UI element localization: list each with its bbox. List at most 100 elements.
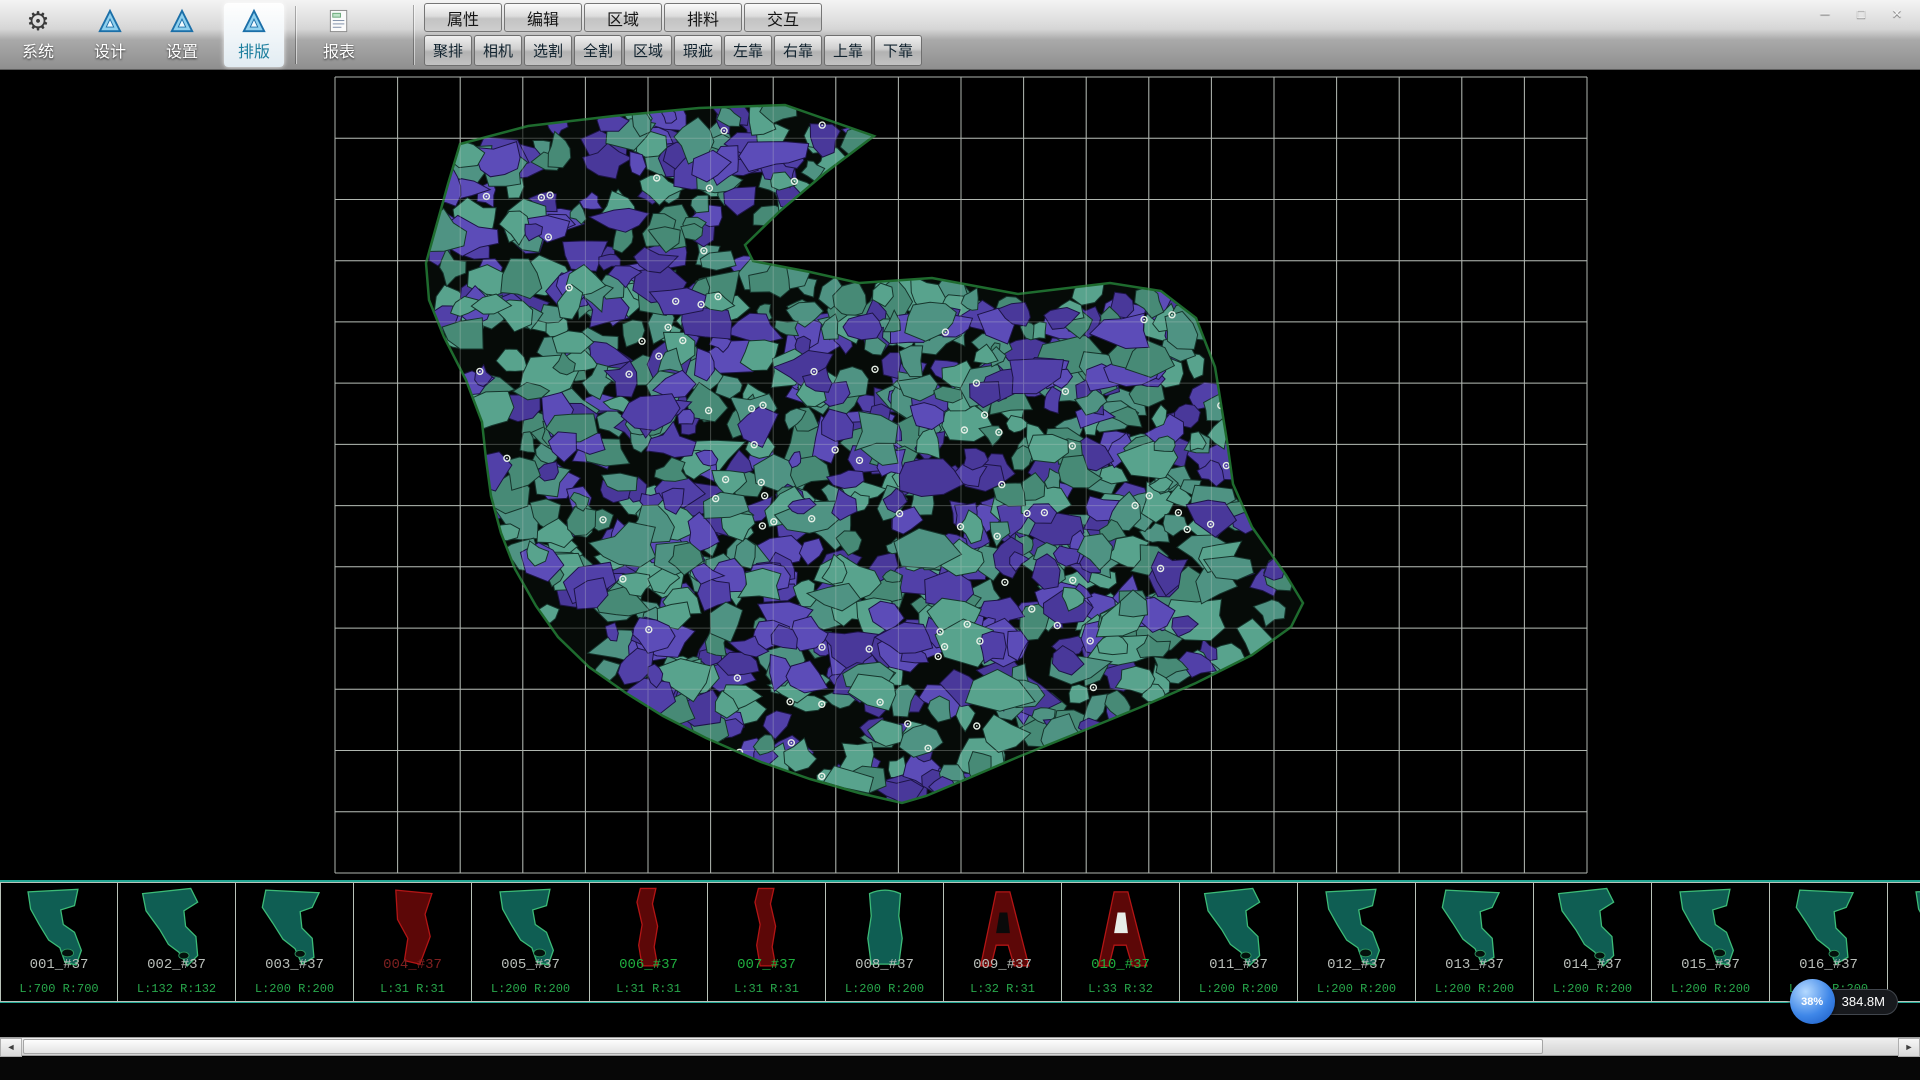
thumbnail-cell-004_#37[interactable]: 004_#37 L:31 R:31 <box>354 882 472 1002</box>
app-button-label: 系统 <box>22 38 54 62</box>
report-icon <box>327 6 352 36</box>
piece-name: 003_#37 <box>236 957 353 973</box>
piece-thumbnail <box>1897 885 1920 971</box>
close-button[interactable]: ✕ <box>1884 4 1910 24</box>
piece-name: 002_#37 <box>118 957 235 973</box>
menu-tab-region[interactable]: 区域 <box>584 3 662 32</box>
memory-value: 384.8M <box>1842 994 1885 1009</box>
app-button-report[interactable]: 报表 <box>309 3 369 67</box>
app-toolbar: ⚙系统设计设置排版报表 <box>8 2 369 68</box>
piece-name: 016_#37 <box>1770 957 1887 973</box>
piece-lr-count: L:31 R:31 <box>354 982 471 996</box>
piece-name: 009_#37 <box>944 957 1061 973</box>
gear-icon: ⚙ <box>26 6 49 36</box>
menu-tab-material-nest[interactable]: 排料 <box>664 3 742 32</box>
piece-name: 013_#37 <box>1416 957 1533 973</box>
thumbnail-cell-008_#37[interactable]: 008_#37 L:200 R:200 <box>826 882 944 1002</box>
titlebar: ⚙系统设计设置排版报表 属性编辑区域排料交互 聚排相机选割全割区域瑕疵左靠右靠上… <box>0 0 1920 70</box>
app-button-system[interactable]: ⚙系统 <box>8 3 68 67</box>
piece-name: 006_#37 <box>590 957 707 973</box>
piece-name: 008_#37 <box>826 957 943 973</box>
canvas-grid <box>335 77 1587 873</box>
action-bar: 聚排相机选割全割区域瑕疵左靠右靠上靠下靠 <box>424 35 922 66</box>
thumbnail-cell-001_#37[interactable]: 001_#37 L:700 R:700 <box>0 882 118 1002</box>
toolbar-divider-main <box>414 5 415 65</box>
piece-name: 015_#37 <box>1652 957 1769 973</box>
piece-lr-count: L:33 R:32 <box>1062 982 1179 996</box>
action-button-select-cut[interactable]: 选割 <box>524 35 572 66</box>
scroll-right-button[interactable]: ► <box>1898 1038 1920 1057</box>
scroll-thumb[interactable] <box>23 1039 1543 1054</box>
set-square-icon <box>95 6 125 36</box>
menu-tab-interact[interactable]: 交互 <box>744 3 822 32</box>
piece-lr-count: L:700 R:700 <box>1 982 117 996</box>
action-button-region[interactable]: 区域 <box>624 35 672 66</box>
action-button-snap-bottom[interactable]: 下靠 <box>874 35 922 66</box>
minimize-button[interactable]: ─ <box>1812 4 1838 24</box>
progress-badge: 38% <box>1790 979 1835 1024</box>
maximize-button[interactable]: □ <box>1848 4 1874 24</box>
bottom-status-bar <box>0 1057 1920 1080</box>
set-square-icon <box>239 6 269 36</box>
thumbnail-cell-010_#37[interactable]: 010_#37 L:33 R:32 <box>1062 882 1180 1002</box>
menu-tab-properties[interactable]: 属性 <box>424 3 502 32</box>
thumbnail-cell-009_#37[interactable]: 009_#37 L:32 R:31 <box>944 882 1062 1002</box>
menu-tabs: 属性编辑区域排料交互 <box>424 3 922 32</box>
piece-name: 001_#37 <box>1 957 117 973</box>
h-scrollbar[interactable]: ◄ ► <box>0 1037 1920 1056</box>
thumbnail-cell-002_#37[interactable]: 002_#37 L:132 R:132 <box>118 882 236 1002</box>
piece-name: 007_#37 <box>708 957 825 973</box>
action-button-cluster-nest[interactable]: 聚排 <box>424 35 472 66</box>
piece-name: 014_#37 <box>1534 957 1651 973</box>
thumbnail-cell-012_#37[interactable]: 012_#37 L:200 R:200 <box>1298 882 1416 1002</box>
nesting-canvas-svg[interactable] <box>0 70 1920 880</box>
app-button-label: 排版 <box>238 38 270 62</box>
piece-name: 005_#37 <box>472 957 589 973</box>
set-square-icon <box>167 6 197 36</box>
thumbnail-cell-011_#37[interactable]: 011_#37 L:200 R:200 <box>1180 882 1298 1002</box>
action-button-defect[interactable]: 瑕疵 <box>674 35 722 66</box>
action-button-cut-all[interactable]: 全割 <box>574 35 622 66</box>
thumbnail-cell-013_#37[interactable]: 013_#37 L:200 R:200 <box>1416 882 1534 1002</box>
menu-tab-edit[interactable]: 编辑 <box>504 3 582 32</box>
thumbnail-cell-007_#37[interactable]: 007_#37 L:31 R:31 <box>708 882 826 1002</box>
thumbnail-cell-014_#37[interactable]: 014_#37 L:200 R:200 <box>1534 882 1652 1002</box>
piece-name: 010_#37 <box>1062 957 1179 973</box>
piece-lr-count: L:200 R:200 <box>826 982 943 996</box>
app-button-settings[interactable]: 设置 <box>152 3 212 67</box>
action-button-camera[interactable]: 相机 <box>474 35 522 66</box>
piece-name: 012_#37 <box>1298 957 1415 973</box>
piece-lr-count: L:200 R:200 <box>1180 982 1297 996</box>
ribbon: 属性编辑区域排料交互 聚排相机选割全割区域瑕疵左靠右靠上靠下靠 <box>424 3 922 66</box>
main-canvas[interactable] <box>0 70 1920 880</box>
piece-lr-count: L:132 R:132 <box>118 982 235 996</box>
piece-lr-count: L:200 R:200 <box>1534 982 1651 996</box>
app-button-label: 设置 <box>166 38 198 62</box>
toolbar-divider <box>296 6 297 64</box>
thumbnail-strip: 001_#37 L:700 R:700002_#37 L:132 R:132003_… <box>0 880 1920 1003</box>
thumbnail-cell-006_#37[interactable]: 006_#37 L:31 R:31 <box>590 882 708 1002</box>
thumbnail-cell-003_#37[interactable]: 003_#37L:200 R:200 <box>236 882 354 1002</box>
piece-name: 004_#37 <box>354 957 471 973</box>
piece-lr-count: L:31 R:31 <box>708 982 825 996</box>
scroll-left-button[interactable]: ◄ <box>0 1038 22 1057</box>
action-button-snap-top[interactable]: 上靠 <box>824 35 872 66</box>
thumbnail-cell-005_#37[interactable]: 005_#37 L:200 R:200 <box>472 882 590 1002</box>
app-button-nesting[interactable]: 排版 <box>224 3 284 67</box>
piece-name: 011_#37 <box>1180 957 1297 973</box>
window-controls: ─ □ ✕ <box>1812 4 1910 24</box>
app-button-label: 设计 <box>94 38 126 62</box>
piece-lr-count: L:32 R:31 <box>944 982 1061 996</box>
progress-value: 38% <box>1801 996 1823 1008</box>
piece-lr-count: L:200 R:200 <box>1652 982 1769 996</box>
app-button-design[interactable]: 设计 <box>80 3 140 67</box>
piece-lr-count: L:31 R:31 <box>590 982 707 996</box>
piece-lr-count: L:200 R:200 <box>1416 982 1533 996</box>
status-indicator: 38% 384.8M <box>1790 979 1898 1024</box>
app-button-label: 报表 <box>323 38 355 62</box>
piece-lr-count: L:200 R:200 <box>472 982 589 996</box>
action-button-snap-right[interactable]: 右靠 <box>774 35 822 66</box>
thumbnail-cell-015_#37[interactable]: 015_#37 L:200 R:200 <box>1652 882 1770 1002</box>
piece-lr-count: L:200 R:200 <box>1298 982 1415 996</box>
action-button-snap-left[interactable]: 左靠 <box>724 35 772 66</box>
